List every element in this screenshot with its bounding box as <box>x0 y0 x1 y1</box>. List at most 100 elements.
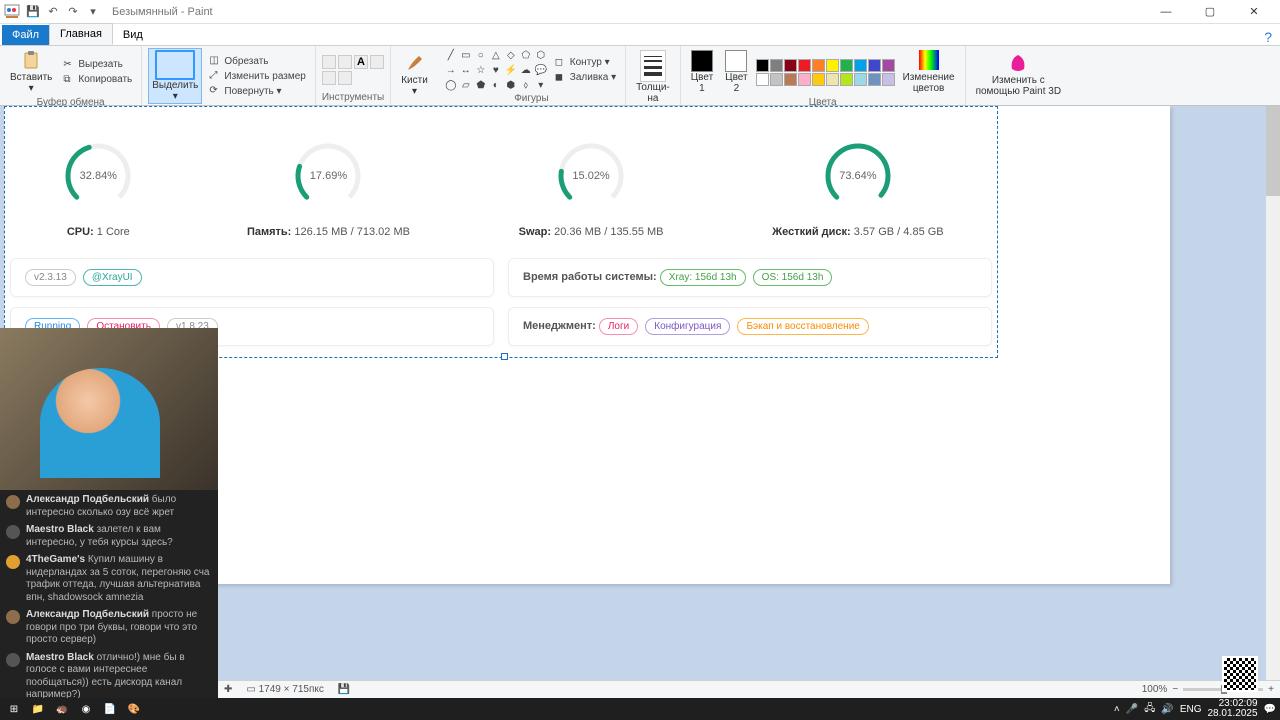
gauge: 15.02%Swap: 20.36 MB / 135.55 MB <box>519 136 664 238</box>
vertical-scrollbar[interactable] <box>1266 106 1280 684</box>
version-pill[interactable]: v2.3.13 <box>25 269 76 286</box>
qr-code <box>1222 656 1258 692</box>
scissors-icon: ✂ <box>63 59 75 71</box>
eraser-tool[interactable] <box>370 55 384 69</box>
color-swatch[interactable] <box>756 59 769 72</box>
qat-redo-icon[interactable]: ↷ <box>64 3 82 21</box>
tray-notify-icon[interactable]: 💬 <box>1264 704 1276 715</box>
rotate-icon: ⟳ <box>209 85 221 97</box>
color-swatch[interactable] <box>756 73 769 86</box>
group-clipboard: Вставить▾ ✂Вырезать ⧉Копировать Буфер об… <box>0 46 142 105</box>
start-button[interactable]: ⊞ <box>4 700 24 718</box>
canvas-dims: ▭ 1749 × 715пкс <box>246 684 323 695</box>
tab-home[interactable]: Главная <box>49 23 113 45</box>
paint3d-button[interactable]: Изменить с помощью Paint 3D <box>972 51 1065 99</box>
logs-pill[interactable]: Логи <box>599 318 638 335</box>
avatar <box>6 610 20 624</box>
avatar <box>6 495 20 509</box>
fill-tool[interactable] <box>338 55 352 69</box>
maximize-button[interactable]: ▢ <box>1188 0 1232 24</box>
select-button[interactable]: Выделить▾ <box>148 48 202 104</box>
shapes-gallery[interactable]: ╱▭○△◇⬠⬡ →↔☆♥⚡☁💬 ◯▱⬟◐⬢⬨▾ <box>444 48 548 92</box>
color-swatch[interactable] <box>882 59 895 72</box>
text-tool[interactable]: A <box>354 55 368 69</box>
color-swatch[interactable] <box>770 73 783 86</box>
ribbon: Вставить▾ ✂Вырезать ⧉Копировать Буфер об… <box>0 46 1280 106</box>
color-swatch[interactable] <box>784 73 797 86</box>
group-paint3d: Изменить с помощью Paint 3D <box>966 46 1071 105</box>
tray-up-icon[interactable]: ˄ <box>1114 704 1120 715</box>
picker-tool[interactable] <box>322 71 336 85</box>
qat-dropdown-icon[interactable]: ▾ <box>84 3 102 21</box>
taskbar-notepad-icon[interactable]: 📄 <box>100 700 120 718</box>
copy-button[interactable]: ⧉Копировать <box>60 73 135 87</box>
close-button[interactable]: ✕ <box>1232 0 1276 24</box>
chat-message: Maestro Black залетел к вам интересно, у… <box>6 524 212 549</box>
config-pill[interactable]: Конфигурация <box>645 318 730 335</box>
taskbar-explorer-icon[interactable]: 📁 <box>28 700 48 718</box>
pencil-tool[interactable] <box>322 55 336 69</box>
uptime-xray-pill[interactable]: Xray: 156d 13h <box>660 269 746 286</box>
magnify-tool[interactable] <box>338 71 352 85</box>
paste-button[interactable]: Вставить▾ <box>6 48 56 96</box>
taskbar-paint-icon[interactable]: 🎨 <box>124 700 144 718</box>
gauge: 17.69%Память: 126.15 MB / 713.02 MB <box>247 136 410 238</box>
tab-file[interactable]: Файл <box>2 25 49 45</box>
scroll-thumb[interactable] <box>1266 106 1280 196</box>
help-icon[interactable]: ? <box>1264 29 1272 45</box>
color-swatch[interactable] <box>868 59 881 72</box>
color-swatch[interactable] <box>826 59 839 72</box>
color2-button[interactable]: Цвет 2 <box>721 48 751 96</box>
thickness-icon <box>640 50 666 82</box>
color-swatch[interactable] <box>840 73 853 86</box>
avatar <box>6 653 20 667</box>
cut-button[interactable]: ✂Вырезать <box>60 58 135 72</box>
qat-save-icon[interactable]: 💾 <box>24 3 42 21</box>
color-swatch[interactable] <box>798 59 811 72</box>
uptime-os-pill[interactable]: OS: 156d 13h <box>753 269 833 286</box>
color1-button[interactable]: Цвет 1 <box>687 48 717 96</box>
status-bar: ✚ ▭ 1749 × 715пкс 💾 100% − + <box>218 680 1280 698</box>
color-swatch[interactable] <box>840 59 853 72</box>
stream-overlay: Александр Подбельский было интересно ско… <box>0 328 218 698</box>
tray-clock[interactable]: 23:02:09 28.01.2025 <box>1207 699 1257 719</box>
color-swatch[interactable] <box>798 73 811 86</box>
xrayui-pill[interactable]: @XrayUI <box>83 269 142 286</box>
color-swatch[interactable] <box>868 73 881 86</box>
color2-swatch <box>725 50 747 72</box>
zoom-out-icon[interactable]: − <box>1172 684 1178 695</box>
taskbar-app-icon[interactable]: 🦔 <box>52 700 72 718</box>
tray-net-icon[interactable]: 🖧 <box>1144 701 1155 718</box>
group-thickness: Толщи- на <box>626 46 681 105</box>
backup-pill[interactable]: Бэкап и восстановление <box>737 318 868 335</box>
qat-undo-icon[interactable]: ↶ <box>44 3 62 21</box>
taskbar-chrome-icon[interactable]: ◉ <box>76 700 96 718</box>
color-swatch[interactable] <box>784 59 797 72</box>
filesize-icon: 💾 <box>338 684 350 695</box>
outline-button[interactable]: ◻Контур ▾ <box>552 56 619 70</box>
zoom-in-icon[interactable]: + <box>1268 684 1274 695</box>
minimize-button[interactable]: — <box>1144 0 1188 24</box>
tray-mic-icon[interactable]: 🎤 <box>1126 704 1138 715</box>
color-swatch[interactable] <box>812 59 825 72</box>
color-swatch[interactable] <box>854 59 867 72</box>
cursor-pos-icon: ✚ <box>224 684 232 695</box>
rainbow-icon <box>919 50 939 70</box>
resize-button[interactable]: ⤢Изменить размер <box>206 69 308 83</box>
color-swatch[interactable] <box>812 73 825 86</box>
color1-swatch <box>691 50 713 72</box>
fill-button[interactable]: ◼Заливка ▾ <box>552 71 619 85</box>
tray-lang[interactable]: ENG <box>1180 704 1202 715</box>
color-swatch[interactable] <box>882 73 895 86</box>
brushes-button[interactable]: Кисти▾ <box>397 51 432 99</box>
edit-colors-button[interactable]: Изменение цветов <box>899 48 959 96</box>
thickness-button[interactable]: Толщи- на <box>632 48 674 106</box>
color-swatch[interactable] <box>770 59 783 72</box>
color-swatch[interactable] <box>854 73 867 86</box>
select-rect-icon <box>155 50 195 80</box>
color-swatch[interactable] <box>826 73 839 86</box>
tray-vol-icon[interactable]: 🔊 <box>1161 704 1173 715</box>
rotate-button[interactable]: ⟳Повернуть ▾ <box>206 84 308 98</box>
tab-view[interactable]: Вид <box>113 25 153 45</box>
crop-button[interactable]: ◫Обрезать <box>206 54 308 68</box>
